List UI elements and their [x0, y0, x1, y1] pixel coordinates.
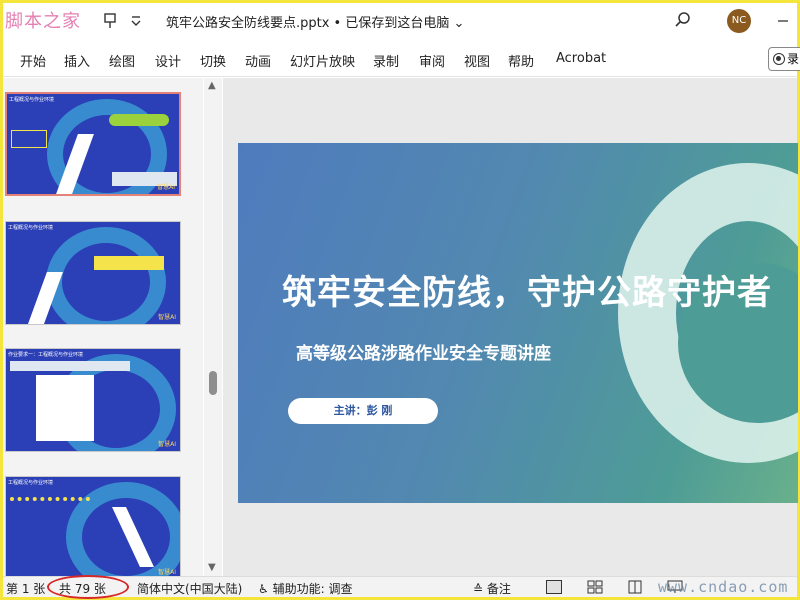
- ribbon-tabs: 开始 插入 绘图 设计 切换 动画 幻灯片放映 录制 审阅 视图 帮助 Acro…: [3, 41, 800, 77]
- red-circle-annotation: [47, 575, 129, 599]
- site-watermark: www.cndao.com: [658, 578, 789, 596]
- avatar[interactable]: NC: [727, 9, 751, 33]
- record-button[interactable]: 录: [768, 47, 800, 71]
- current-slide[interactable]: 筑牢安全防线，守护公路守护者 高等级公路涉路作业安全专题讲座 主讲：彭 刚: [238, 143, 798, 503]
- thumbnail-textbox: [10, 361, 130, 371]
- thumbnail-heading: 工程概况与作业环境: [9, 97, 55, 103]
- tab-draw[interactable]: 绘图: [109, 51, 135, 70]
- accessibility-label: 辅助功能: 调查: [272, 582, 353, 596]
- tab-design[interactable]: 设计: [155, 51, 181, 70]
- tab-transitions[interactable]: 切换: [200, 51, 226, 70]
- document-title[interactable]: 筑牢公路安全防线要点.pptx • 已保存到这台电脑 ⌄: [166, 12, 464, 31]
- tab-acrobat[interactable]: Acrobat: [556, 51, 606, 66]
- tab-record[interactable]: 录制: [373, 51, 399, 70]
- thumbnail-callout: [11, 130, 47, 148]
- thumbnail-scrollbar[interactable]: ▲ ▼: [204, 78, 222, 576]
- notes-label: 备注: [486, 582, 511, 596]
- normal-view-icon[interactable]: [546, 580, 562, 594]
- minimize-button[interactable]: [773, 11, 793, 31]
- slide-thumbnail-1[interactable]: 工程概况与作业环境 智慧AI: [5, 92, 181, 196]
- pin-icon[interactable]: [101, 12, 119, 30]
- notes-button[interactable]: ≙ 备注: [473, 580, 511, 597]
- tab-slideshow[interactable]: 幻灯片放映: [290, 51, 355, 70]
- thumbnail-heading: 工程概况与作业环境: [8, 225, 54, 231]
- tab-home[interactable]: 开始: [20, 51, 46, 70]
- reading-view-icon[interactable]: [627, 580, 643, 594]
- slide-title[interactable]: 筑牢安全防线，守护公路守护者: [282, 265, 772, 314]
- slide-editor: 筑牢安全防线，守护公路守护者 高等级公路涉路作业安全专题讲座 主讲：彭 刚: [223, 78, 798, 576]
- notes-icon: ≙: [473, 582, 484, 596]
- tab-view[interactable]: 视图: [464, 51, 490, 70]
- accessibility-status[interactable]: ♿ 辅助功能: 调查: [258, 580, 352, 597]
- thumbnail-text-lines: [10, 497, 90, 547]
- tab-animations[interactable]: 动画: [245, 51, 271, 70]
- thumbnail-label: 智慧AI: [157, 184, 175, 191]
- thumbnail-label: 智慧AI: [158, 314, 176, 321]
- scroll-down-icon[interactable]: ▼: [208, 562, 216, 573]
- slide-thumbnail-2[interactable]: 工程概况与作业环境 智慧AI: [5, 221, 181, 325]
- thumbnail-callout: [94, 256, 164, 270]
- thumbnail-label: 智慧AI: [158, 441, 176, 448]
- watermark-logo: 脚本之家: [5, 11, 81, 32]
- thumbnail-graphic: [46, 227, 166, 324]
- thumbnail-callout: [109, 114, 169, 126]
- tab-insert[interactable]: 插入: [64, 51, 90, 70]
- slide-thumbnail-3[interactable]: 作业要求一：工程概况与作业环境 智慧AI: [5, 348, 181, 452]
- slide-thumbnail-pane: 工程概况与作业环境 智慧AI 工程概况与作业环境 智慧AI 作业要求一：工程概况…: [3, 78, 203, 580]
- slide-thumbnail-4[interactable]: 工程概况与作业环境 智慧AI: [5, 476, 181, 580]
- search-icon[interactable]: [674, 11, 692, 29]
- document-title-text: 筑牢公路安全防线要点.pptx • 已保存到这台电脑: [166, 16, 450, 31]
- thumbnail-figure: [36, 375, 94, 441]
- presenter-label[interactable]: 主讲：彭 刚: [288, 398, 438, 424]
- record-button-label: 录: [787, 52, 800, 66]
- accessibility-icon: ♿: [258, 582, 269, 596]
- scroll-handle[interactable]: [209, 371, 217, 395]
- thumbnail-label: 智慧AI: [158, 569, 176, 576]
- language-indicator[interactable]: 简体中文(中国大陆): [137, 580, 242, 597]
- tab-review[interactable]: 审阅: [419, 51, 445, 70]
- title-bar: 脚本之家 筑牢公路安全防线要点.pptx • 已保存到这台电脑 ⌄ NC: [3, 3, 797, 41]
- chevron-down-icon: ⌄: [453, 16, 465, 31]
- slide-sorter-icon[interactable]: [587, 580, 603, 594]
- thumbnail-heading: 工程概况与作业环境: [8, 480, 54, 486]
- slide-subtitle[interactable]: 高等级公路涉路作业安全专题讲座: [296, 339, 551, 364]
- customize-toolbar-icon[interactable]: [127, 12, 145, 30]
- tab-help[interactable]: 帮助: [508, 51, 534, 70]
- thumbnail-heading: 作业要求一：工程概况与作业环境: [8, 352, 84, 358]
- scroll-up-icon[interactable]: ▲: [208, 80, 216, 91]
- slide-index[interactable]: 第 1 张: [6, 580, 45, 597]
- record-icon: [773, 53, 785, 65]
